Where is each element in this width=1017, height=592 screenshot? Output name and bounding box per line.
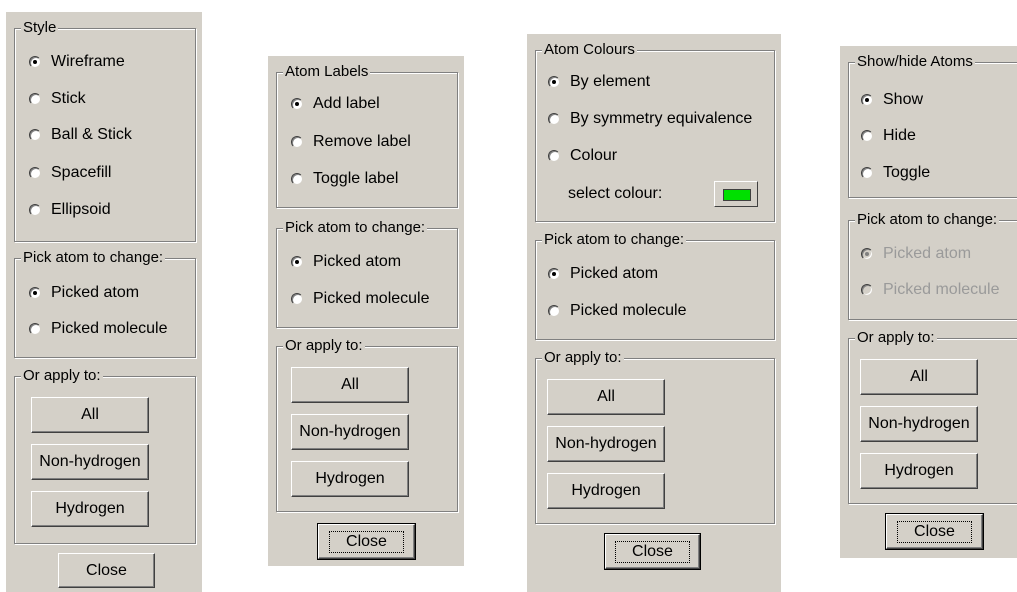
style-panel: Style Wireframe Stick Ball & Stick Space… [6, 12, 202, 592]
select-colour-label: select colour: [568, 185, 663, 202]
apply-to-group: Or apply to: All Non-hydrogen Hydrogen [14, 367, 196, 544]
pick-atom-group: Pick atom to change: Picked atom Picked … [14, 249, 196, 358]
radio-by-element[interactable]: By element [548, 73, 650, 91]
radio-remove-label[interactable]: Remove label [291, 133, 411, 151]
radio-ellipsoid[interactable]: Ellipsoid [29, 201, 111, 219]
colour-swatch [723, 189, 751, 201]
radio-picked-atom[interactable]: Picked atom [548, 265, 658, 283]
radio-indicator [548, 305, 560, 317]
radio-indicator [548, 113, 560, 125]
radio-indicator [861, 284, 873, 296]
radio-picked-atom[interactable]: Picked atom [291, 253, 401, 271]
radio-add-label[interactable]: Add label [291, 95, 380, 113]
radio-indicator [29, 56, 41, 68]
pick-atom-group: Pick atom to change: Picked atom Picked … [276, 219, 458, 328]
apply-to-legend: Or apply to: [542, 349, 624, 367]
non-hydrogen-button[interactable]: Non-hydrogen [547, 426, 665, 462]
radio-picked-molecule[interactable]: Picked molecule [291, 290, 430, 308]
non-hydrogen-button[interactable]: Non-hydrogen [860, 406, 978, 442]
radio-stick[interactable]: Stick [29, 90, 86, 108]
radio-picked-molecule[interactable]: Picked molecule [861, 281, 1000, 299]
radio-indicator [291, 173, 303, 185]
close-button[interactable]: Close [885, 513, 984, 550]
atom-labels-group: Atom Labels Add label Remove label Toggl… [276, 63, 458, 208]
apply-to-legend: Or apply to: [21, 367, 103, 385]
style-group-legend: Style [21, 19, 59, 37]
radio-toggle-label[interactable]: Toggle label [291, 170, 398, 188]
radio-spacefill[interactable]: Spacefill [29, 164, 111, 182]
radio-toggle[interactable]: Toggle [861, 164, 930, 182]
pick-atom-legend: Pick atom to change: [855, 211, 1000, 229]
close-button[interactable]: Close [58, 553, 155, 588]
apply-to-group: Or apply to: All Non-hydrogen Hydrogen [535, 349, 775, 524]
atom-labels-panel: Atom Labels Add label Remove label Toggl… [268, 56, 464, 566]
radio-indicator [29, 204, 41, 216]
non-hydrogen-button[interactable]: Non-hydrogen [291, 414, 409, 450]
radio-indicator [548, 150, 560, 162]
radio-indicator [548, 76, 560, 88]
radio-ball-and-stick[interactable]: Ball & Stick [29, 126, 132, 144]
pick-atom-legend: Pick atom to change: [21, 249, 166, 267]
radio-indicator [291, 256, 303, 268]
atom-labels-legend: Atom Labels [283, 63, 371, 81]
radio-indicator [29, 323, 41, 335]
radio-indicator [861, 248, 873, 260]
radio-hide[interactable]: Hide [861, 127, 916, 145]
atom-colours-group: Atom Colours By element By symmetry equi… [535, 41, 775, 222]
atom-colours-legend: Atom Colours [542, 41, 637, 59]
radio-indicator [29, 93, 41, 105]
show-hide-atoms-panel: Show/hide Atoms Show Hide Toggle Pick at… [840, 46, 1017, 558]
radio-wireframe[interactable]: Wireframe [29, 53, 125, 71]
pick-atom-group: Pick atom to change: Picked atom Picked … [535, 231, 775, 340]
close-button-label: Close [329, 530, 404, 553]
pick-atom-group: Pick atom to change: Picked atom Picked … [848, 211, 1017, 320]
apply-to-legend: Or apply to: [855, 329, 937, 347]
all-button[interactable]: All [291, 367, 409, 403]
radio-indicator [548, 268, 560, 280]
apply-to-legend: Or apply to: [283, 337, 365, 355]
pick-atom-legend: Pick atom to change: [542, 231, 687, 249]
radio-indicator [291, 136, 303, 148]
hydrogen-button[interactable]: Hydrogen [860, 453, 978, 489]
radio-indicator [29, 287, 41, 299]
close-button-label: Close [897, 520, 972, 543]
radio-indicator [861, 94, 873, 106]
radio-indicator [861, 167, 873, 179]
non-hydrogen-button[interactable]: Non-hydrogen [31, 444, 149, 480]
atom-colours-panel: Atom Colours By element By symmetry equi… [527, 34, 781, 592]
all-button[interactable]: All [860, 359, 978, 395]
hydrogen-button[interactable]: Hydrogen [31, 491, 149, 527]
radio-indicator [29, 129, 41, 141]
radio-show[interactable]: Show [861, 91, 923, 109]
all-button[interactable]: All [31, 397, 149, 433]
colour-swatch-button[interactable] [714, 181, 758, 207]
show-hide-legend: Show/hide Atoms [855, 53, 975, 71]
show-hide-group: Show/hide Atoms Show Hide Toggle [848, 53, 1017, 198]
close-button[interactable]: Close [604, 533, 701, 570]
radio-colour[interactable]: Colour [548, 147, 617, 165]
radio-picked-molecule[interactable]: Picked molecule [548, 302, 687, 320]
radio-picked-molecule[interactable]: Picked molecule [29, 320, 168, 338]
radio-by-symmetry[interactable]: By symmetry equivalence [548, 110, 752, 128]
apply-to-group: Or apply to: All Non-hydrogen Hydrogen [276, 337, 458, 512]
apply-to-group: Or apply to: All Non-hydrogen Hydrogen [848, 329, 1017, 504]
pick-atom-legend: Pick atom to change: [283, 219, 428, 237]
close-button-label: Close [615, 540, 690, 563]
all-button[interactable]: All [547, 379, 665, 415]
radio-indicator [29, 167, 41, 179]
radio-indicator [861, 130, 873, 142]
radio-picked-atom[interactable]: Picked atom [29, 284, 139, 302]
style-group: Style Wireframe Stick Ball & Stick Space… [14, 19, 196, 242]
radio-picked-atom[interactable]: Picked atom [861, 245, 971, 263]
hydrogen-button[interactable]: Hydrogen [291, 461, 409, 497]
close-button[interactable]: Close [317, 523, 416, 560]
hydrogen-button[interactable]: Hydrogen [547, 473, 665, 509]
radio-indicator [291, 293, 303, 305]
radio-indicator [291, 98, 303, 110]
